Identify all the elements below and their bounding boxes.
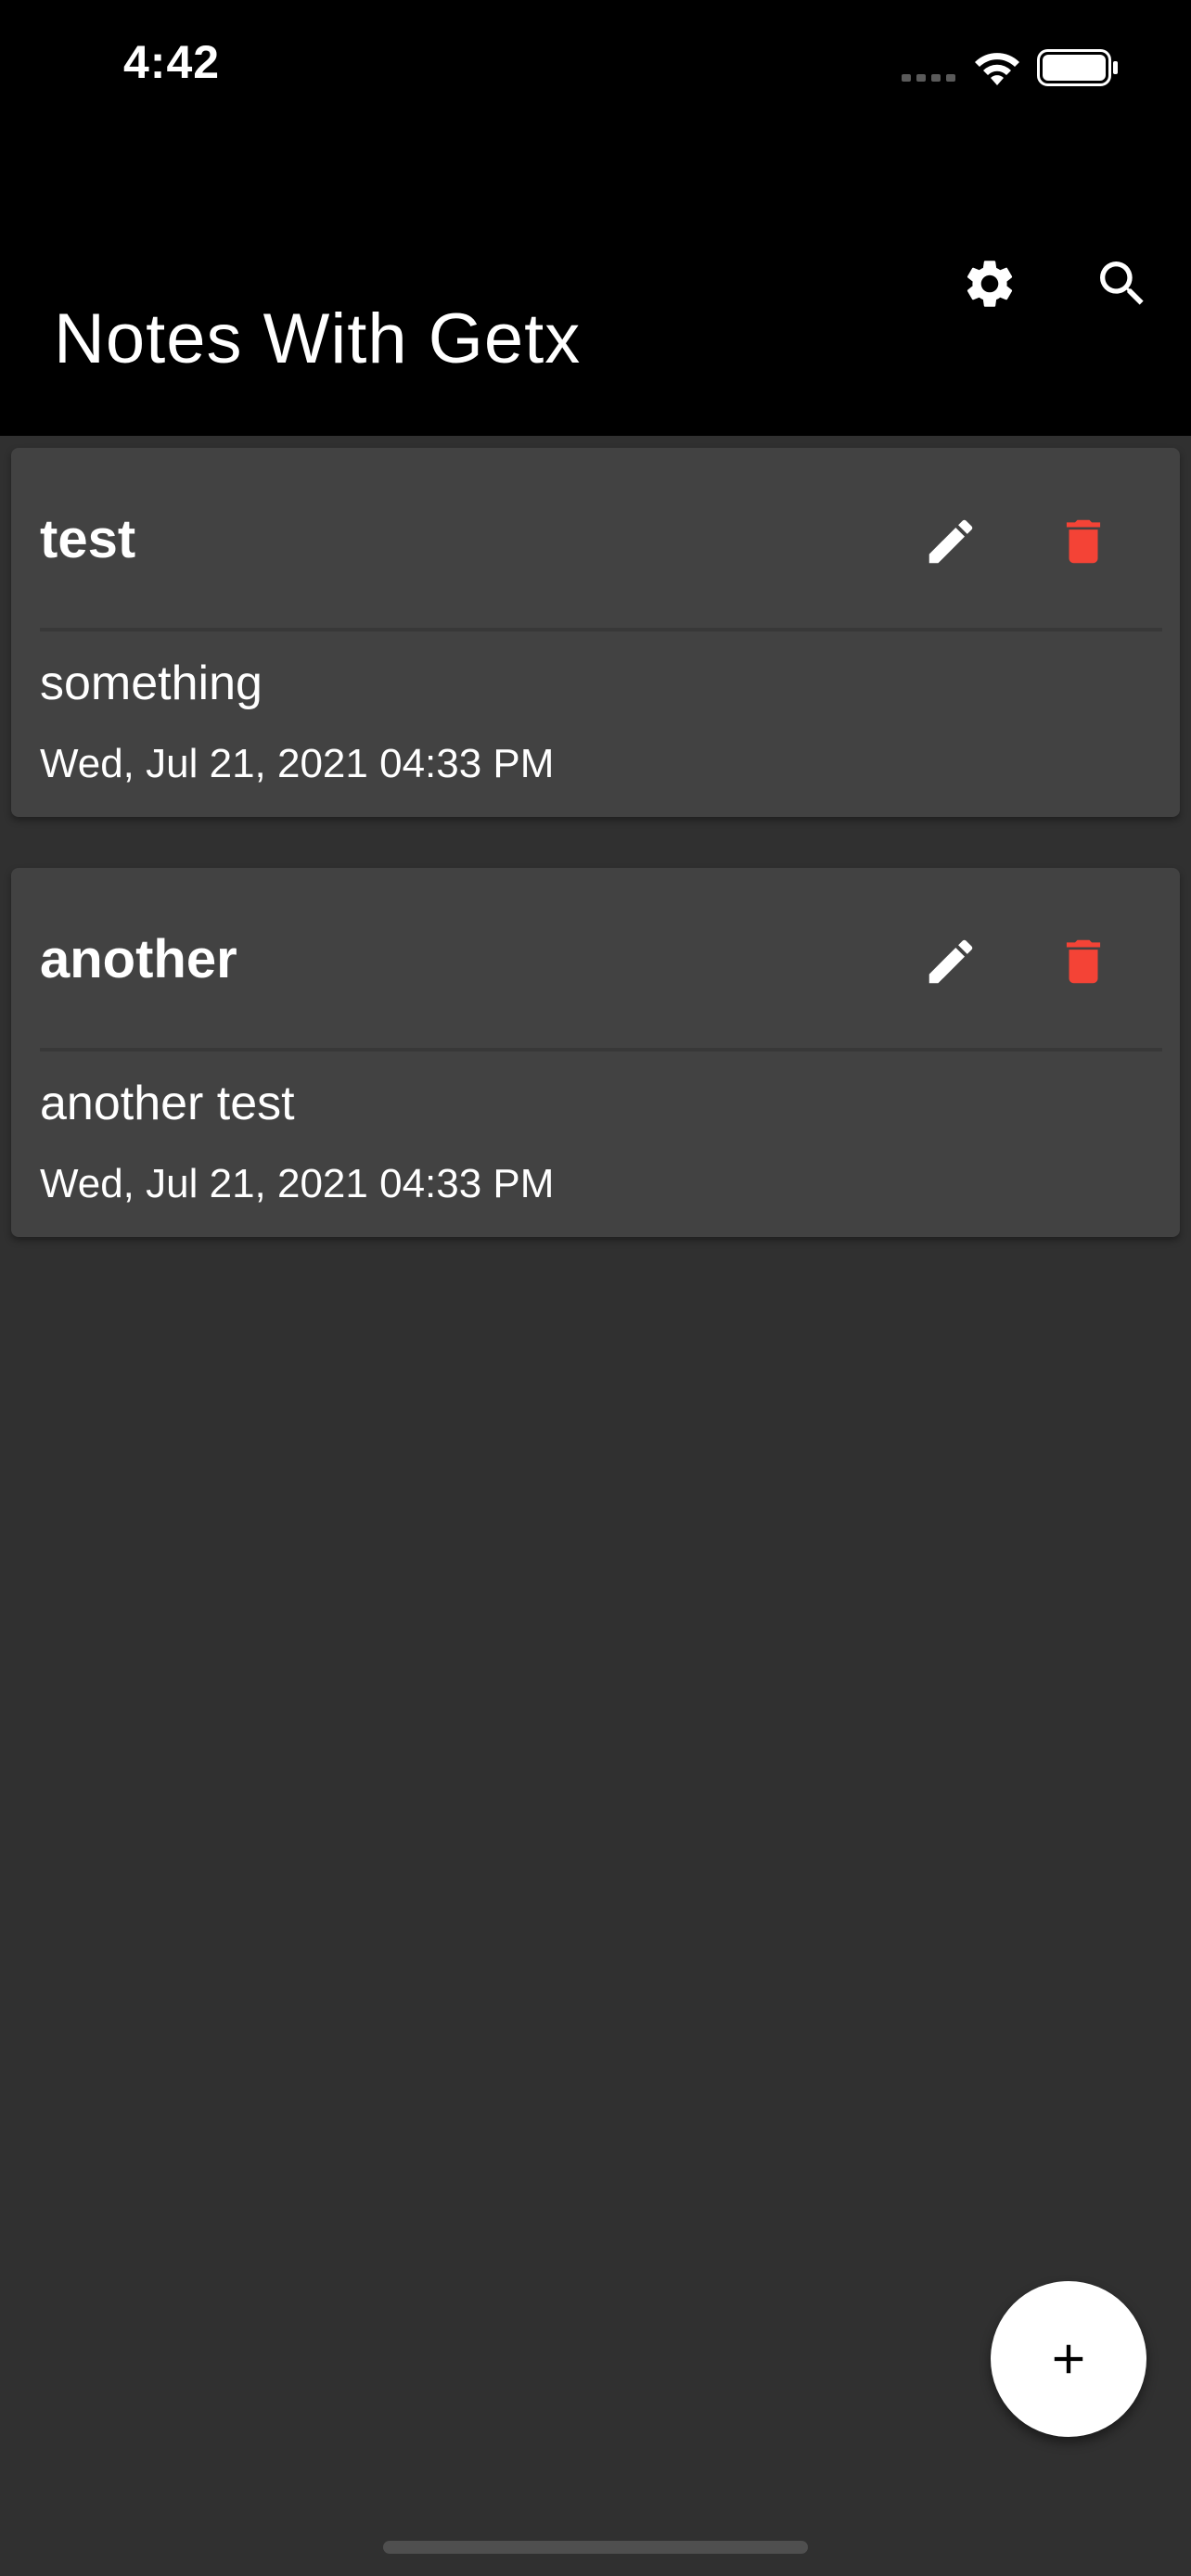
trash-icon (1066, 939, 1101, 984)
note-card[interactable]: another another test Wed, Jul 21, 2021 0… (11, 868, 1180, 1237)
app-title: Notes With Getx (54, 300, 582, 378)
note-title: another (40, 929, 237, 989)
edit-note-button[interactable] (904, 915, 997, 1008)
gear-icon (967, 261, 1013, 307)
delete-note-button[interactable] (1037, 495, 1130, 588)
note-date: Wed, Jul 21, 2021 04:33 PM (40, 741, 555, 786)
pencil-icon (928, 519, 973, 564)
note-date: Wed, Jul 21, 2021 04:33 PM (40, 1161, 555, 1206)
status-time: 4:42 (123, 36, 221, 88)
note-divider (40, 628, 1162, 631)
trash-icon (1066, 519, 1101, 564)
status-bar: 4:42 (0, 0, 1191, 130)
note-body: something (40, 657, 263, 710)
edit-note-button[interactable] (904, 495, 997, 588)
note-divider (40, 1048, 1162, 1052)
pencil-icon (928, 939, 973, 984)
search-button[interactable] (1076, 237, 1169, 330)
note-title: test (40, 509, 136, 569)
settings-button[interactable] (943, 237, 1036, 330)
cellular-signal-icon (902, 74, 955, 82)
wifi-icon (975, 53, 1019, 85)
home-indicator (383, 2541, 808, 2554)
plus-icon (1054, 2344, 1083, 2374)
note-body: another test (40, 1077, 295, 1130)
search-icon (1100, 261, 1144, 305)
delete-note-button[interactable] (1037, 915, 1130, 1008)
add-note-button[interactable] (991, 2281, 1146, 2437)
battery-icon (1037, 49, 1118, 86)
note-card[interactable]: test something Wed, Jul 21, 2021 04:33 P… (11, 448, 1180, 817)
